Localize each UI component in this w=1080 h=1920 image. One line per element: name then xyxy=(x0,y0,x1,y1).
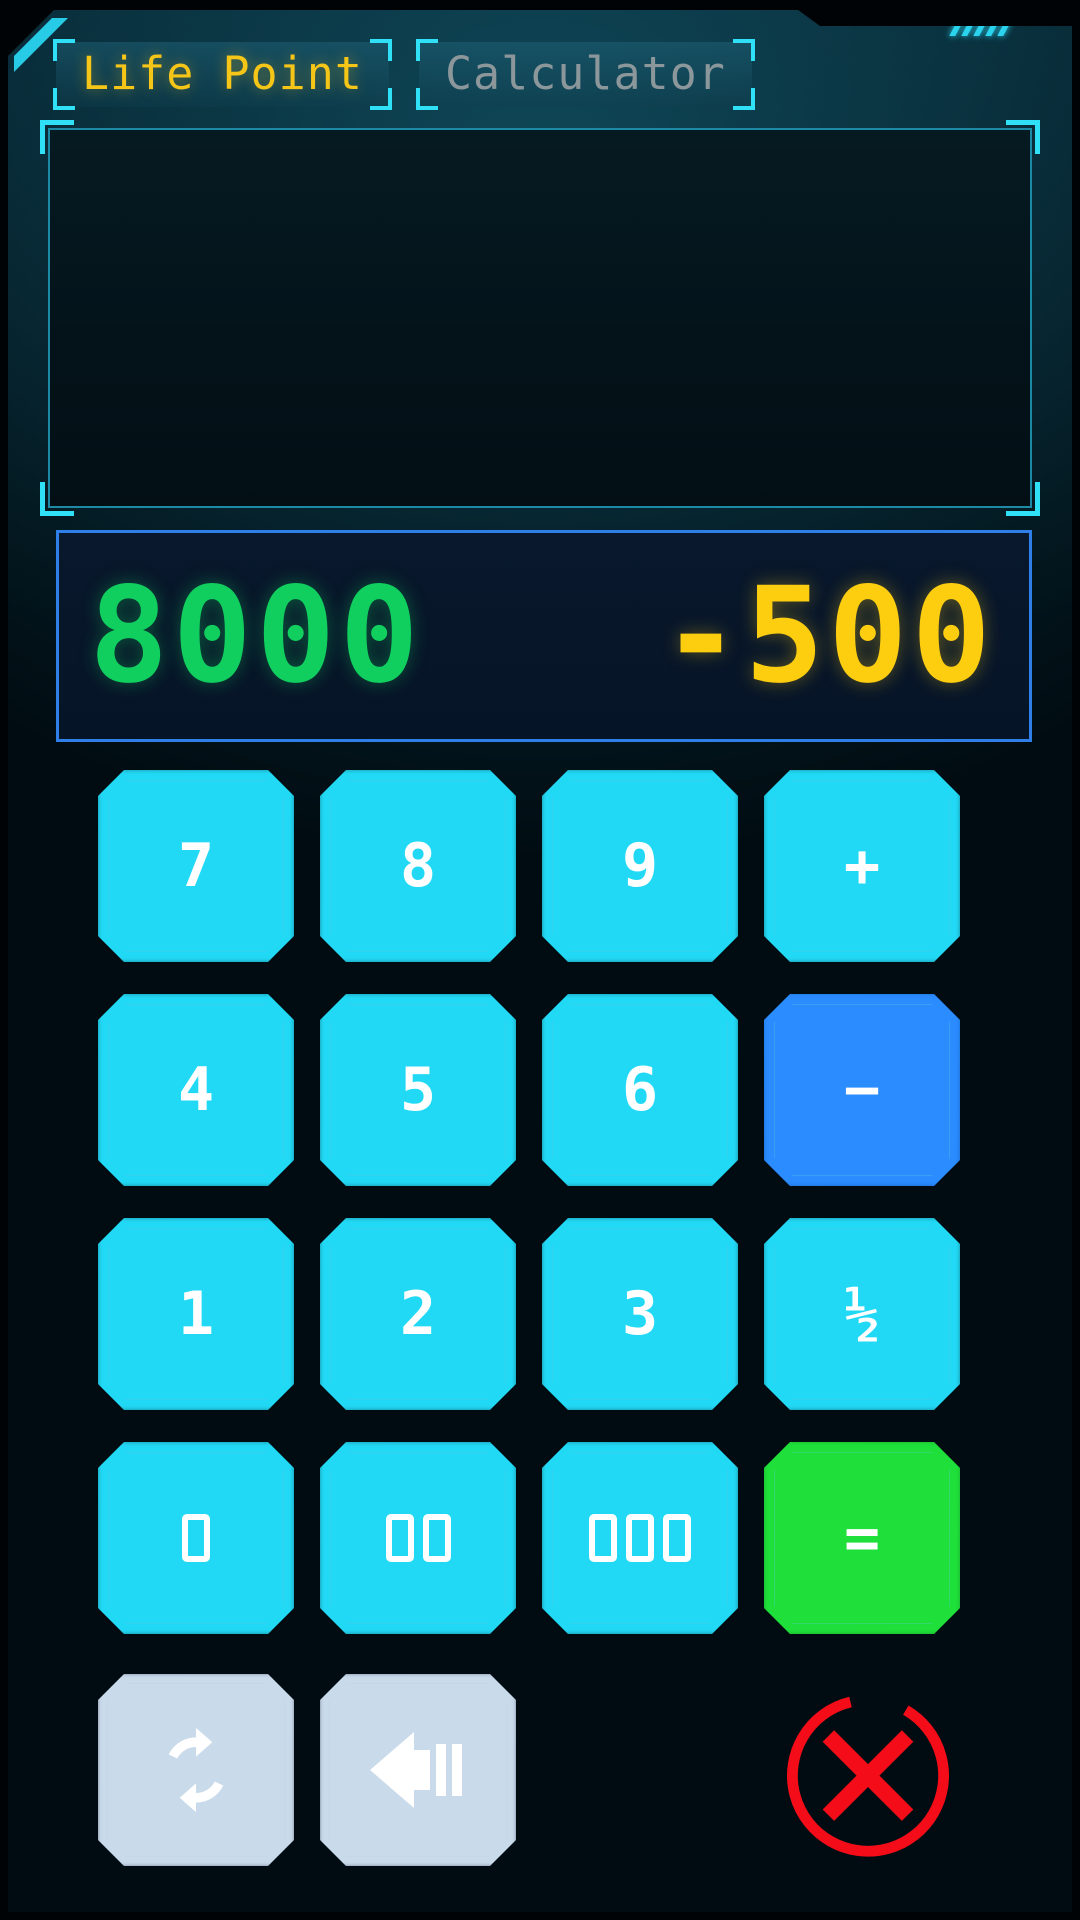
key-1-label: 1 xyxy=(177,1279,215,1349)
key-half[interactable]: ½ xyxy=(764,1218,960,1410)
key-9[interactable]: 9 xyxy=(542,770,738,962)
key-0[interactable] xyxy=(98,1442,294,1634)
tab-bracket-top-right-icon xyxy=(369,39,392,61)
key-4[interactable]: 4 xyxy=(98,994,294,1186)
hash-marks-decoration xyxy=(947,14,1071,40)
key-plus-label: + xyxy=(843,831,881,901)
tab-bracket-bottom-right-icon xyxy=(732,88,755,110)
key-00-glyphs xyxy=(386,1514,451,1562)
device-screen: Life Point Calculator 8000 -500 7 8 9 + … xyxy=(8,10,1072,1912)
key-8-label: 8 xyxy=(399,831,437,901)
history-log-list xyxy=(58,138,1022,498)
app-root: Life Point Calculator 8000 -500 7 8 9 + … xyxy=(0,0,1080,1920)
tab-bar: Life Point Calculator xyxy=(53,39,755,110)
lifepoint-total-value: 8000 xyxy=(89,559,423,713)
key-9-label: 9 xyxy=(621,831,659,901)
keypad-grid: 7 8 9 + 4 5 6 − 1 2 3 ½ = xyxy=(98,770,988,1634)
key-2[interactable]: 2 xyxy=(320,1218,516,1410)
tab-calculator[interactable]: Calculator xyxy=(415,39,755,110)
key-3-label: 3 xyxy=(621,1279,659,1349)
refresh-cycle-icon xyxy=(150,1724,242,1816)
tab-bracket-bottom-right-icon xyxy=(369,88,392,110)
tab-bracket-bottom-left-icon xyxy=(415,88,438,110)
key-7[interactable]: 7 xyxy=(98,770,294,962)
key-minus[interactable]: − xyxy=(764,994,960,1186)
key-5-label: 5 xyxy=(399,1055,437,1125)
backspace-button[interactable] xyxy=(320,1674,516,1866)
key-00[interactable] xyxy=(320,1442,516,1634)
tab-life-point-label: Life Point xyxy=(82,47,363,100)
key-7-label: 7 xyxy=(177,831,215,901)
key-000-glyphs xyxy=(589,1514,691,1562)
key-equals-label: = xyxy=(843,1503,881,1573)
key-000[interactable] xyxy=(542,1442,738,1634)
key-minus-label: − xyxy=(843,1055,881,1125)
close-circle-x-icon xyxy=(787,1694,949,1857)
tab-bracket-bottom-left-icon xyxy=(53,88,75,110)
key-6[interactable]: 6 xyxy=(542,994,738,1186)
key-0-glyphs xyxy=(182,1514,210,1562)
key-2-label: 2 xyxy=(399,1279,437,1349)
backspace-arrow-icon xyxy=(366,1728,470,1812)
tab-calculator-label: Calculator xyxy=(444,47,726,100)
tab-bracket-top-right-icon xyxy=(732,39,755,61)
key-6-label: 6 xyxy=(621,1055,659,1125)
key-8[interactable]: 8 xyxy=(320,770,516,962)
action-row xyxy=(98,1674,988,1874)
reset-button[interactable] xyxy=(98,1674,294,1866)
pending-delta-value: -500 xyxy=(661,559,995,713)
close-button[interactable] xyxy=(770,1682,966,1862)
key-4-label: 4 xyxy=(177,1055,215,1125)
tab-bracket-top-left-icon xyxy=(415,39,438,61)
tab-life-point[interactable]: Life Point xyxy=(53,39,392,110)
lifepoint-display: 8000 -500 xyxy=(56,530,1032,742)
key-3[interactable]: 3 xyxy=(542,1218,738,1410)
key-plus[interactable]: + xyxy=(764,770,960,962)
key-equals[interactable]: = xyxy=(764,1442,960,1634)
key-5[interactable]: 5 xyxy=(320,994,516,1186)
key-half-label: ½ xyxy=(844,1280,880,1348)
key-1[interactable]: 1 xyxy=(98,1218,294,1410)
history-log-panel[interactable] xyxy=(40,120,1040,516)
tab-bracket-top-left-icon xyxy=(53,39,75,61)
